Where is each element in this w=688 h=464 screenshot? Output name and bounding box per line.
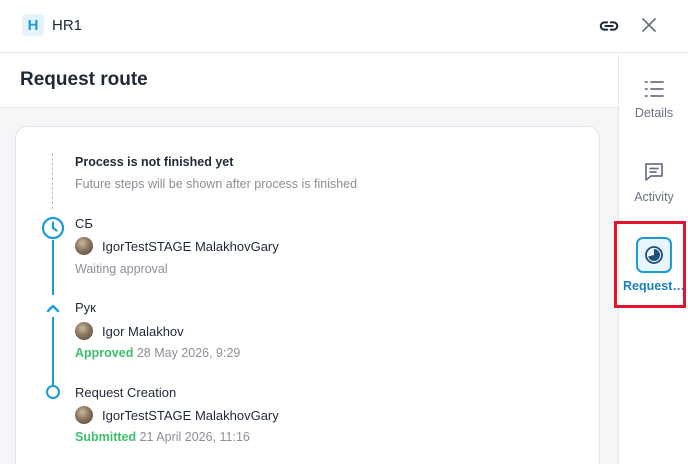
- step-status-line: Submitted 21 April 2026, 11:16: [75, 430, 250, 444]
- step-user: IgorTestSTAGE MalakhovGary: [75, 237, 279, 255]
- status-badge: Submitted: [75, 430, 137, 444]
- list-icon: [644, 81, 664, 97]
- step-name: Рук: [75, 300, 96, 315]
- sidebar-item-details[interactable]: Details: [619, 80, 688, 120]
- sidebar-item-label: Details: [634, 106, 674, 120]
- active-item-highlight: [614, 221, 686, 308]
- timeline-dashed-line: [52, 153, 53, 209]
- close-icon[interactable]: [640, 16, 658, 34]
- step-status-line: Approved 28 May 2026, 9:29: [75, 346, 240, 360]
- step-date: 21 April 2026, 11:16: [139, 430, 250, 444]
- user-name: IgorTestSTAGE MalakhovGary: [102, 238, 279, 254]
- main-header: Request route: [0, 54, 618, 108]
- pending-title: Process is not finished yet: [75, 155, 234, 169]
- step-date: 28 May 2026, 9:29: [136, 346, 241, 360]
- avatar: [75, 322, 93, 340]
- status-badge: Approved: [75, 346, 134, 360]
- timeline-line: [52, 240, 54, 295]
- step-user: Igor Malakhov: [75, 322, 184, 340]
- app-name: HR1: [52, 17, 83, 34]
- page-title: Request route: [20, 69, 148, 90]
- step-name: Request Creation: [75, 385, 177, 400]
- top-bar: H HR1: [0, 0, 688, 53]
- pending-subtitle: Future steps will be shown after process…: [75, 177, 358, 191]
- avatar: [75, 237, 93, 255]
- step-name: СБ: [75, 216, 93, 231]
- step-status: Waiting approval: [75, 262, 168, 276]
- chevron-up-icon: [46, 304, 60, 313]
- route-card: Process is not finished yet Future steps…: [15, 126, 600, 464]
- timeline-line: [52, 317, 54, 385]
- user-name: IgorTestSTAGE MalakhovGary: [102, 407, 279, 423]
- comment-icon: [645, 163, 663, 181]
- step-user: IgorTestSTAGE MalakhovGary: [75, 406, 279, 424]
- user-name: Igor Malakhov: [102, 323, 184, 339]
- circle-marker-icon: [46, 385, 60, 399]
- clock-icon: [41, 216, 65, 240]
- sidebar-item-label: Activity: [634, 190, 674, 204]
- sidebar-item-activity[interactable]: Activity: [619, 162, 688, 204]
- main-panel: Request route Process is not finished ye…: [0, 54, 618, 464]
- app-badge: H: [22, 14, 44, 36]
- link-icon[interactable]: [598, 15, 620, 37]
- avatar: [75, 406, 93, 424]
